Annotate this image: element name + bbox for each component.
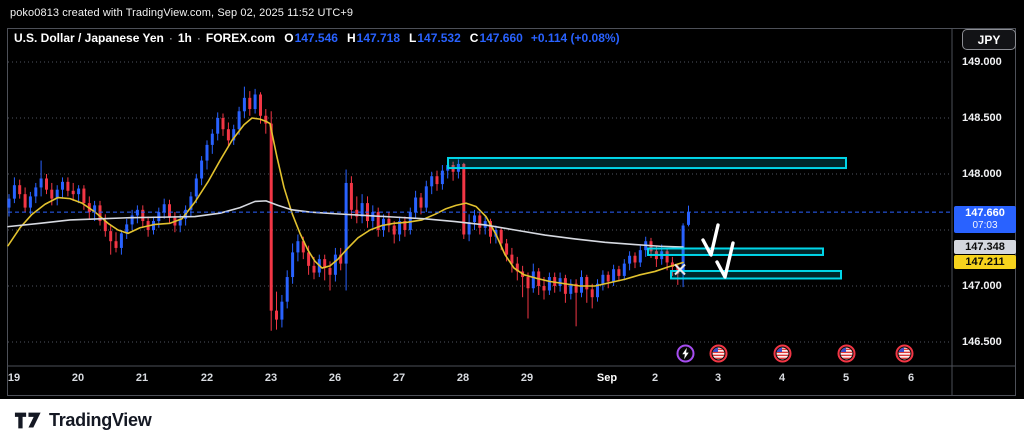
price-tick-label: 147.000: [962, 280, 1002, 292]
high-value: 147.718: [357, 31, 400, 45]
time-tick-label: 26: [329, 372, 341, 384]
time-tick-label: 5: [843, 372, 849, 384]
open-letter: O: [284, 31, 293, 45]
economic-event-lightning-icon[interactable]: [676, 344, 695, 363]
bottom-brand-bar: TradingView: [0, 399, 1024, 441]
time-tick-label: Sep: [597, 372, 617, 384]
high-letter: H: [347, 31, 356, 45]
time-tick-label: 28: [457, 372, 469, 384]
time-tick-label: 20: [72, 372, 84, 384]
time-tick-label: 29: [521, 372, 533, 384]
currency-button[interactable]: JPY: [962, 29, 1016, 50]
time-tick-label: 19: [8, 372, 20, 384]
price-tick-label: 149.000: [962, 56, 1002, 68]
time-tick-label: 4: [779, 372, 785, 384]
tradingview-logo-text: TradingView: [49, 410, 151, 431]
price-tick-label: 148.500: [962, 112, 1002, 124]
us-economic-event-flag-icon[interactable]: [895, 344, 914, 363]
ma-fast-price-badge: 147.211: [954, 255, 1016, 269]
last-price-value: 147.660: [954, 206, 1016, 220]
tradingview-logo[interactable]: TradingView: [14, 410, 151, 431]
exchange-label: FOREX.com: [206, 31, 275, 45]
time-tick-label: 23: [265, 372, 277, 384]
close-letter: C: [470, 31, 479, 45]
open-value: 147.546: [295, 31, 338, 45]
interval-label[interactable]: 1h: [178, 31, 192, 45]
tradingview-screenshot: poko0813 created with TradingView.com, S…: [0, 0, 1024, 441]
last-price-badge: 147.660 07:03: [954, 206, 1016, 233]
chart-frame: [7, 28, 1016, 396]
symbol-title[interactable]: U.S. Dollar / Japanese Yen: [14, 31, 164, 45]
credit-text: poko0813 created with TradingView.com, S…: [10, 7, 353, 19]
time-tick-label: 2: [652, 372, 658, 384]
time-tick-label: 21: [136, 372, 148, 384]
us-economic-event-flag-icon[interactable]: [773, 344, 792, 363]
separator-dot: ·: [169, 31, 173, 45]
bar-countdown: 07:03: [954, 220, 1016, 231]
tradingview-logo-icon: [14, 411, 42, 430]
us-economic-event-flag-icon[interactable]: [837, 344, 856, 363]
symbol-header[interactable]: U.S. Dollar / Japanese Yen · 1h · FOREX.…: [14, 30, 620, 46]
change-value: +0.114 (+0.08%): [531, 31, 620, 45]
ma-slow-price-badge: 147.348: [954, 240, 1016, 254]
time-tick-label: 27: [393, 372, 405, 384]
close-value: 147.660: [479, 31, 522, 45]
low-value: 147.532: [417, 31, 460, 45]
time-tick-label: 6: [908, 372, 914, 384]
low-letter: L: [409, 31, 416, 45]
price-tick-label: 146.500: [962, 336, 1002, 348]
us-economic-event-flag-icon[interactable]: [709, 344, 728, 363]
separator-dot: ·: [197, 31, 201, 45]
time-tick-label: 3: [715, 372, 721, 384]
time-tick-label: 22: [201, 372, 213, 384]
price-tick-label: 148.000: [962, 168, 1002, 180]
